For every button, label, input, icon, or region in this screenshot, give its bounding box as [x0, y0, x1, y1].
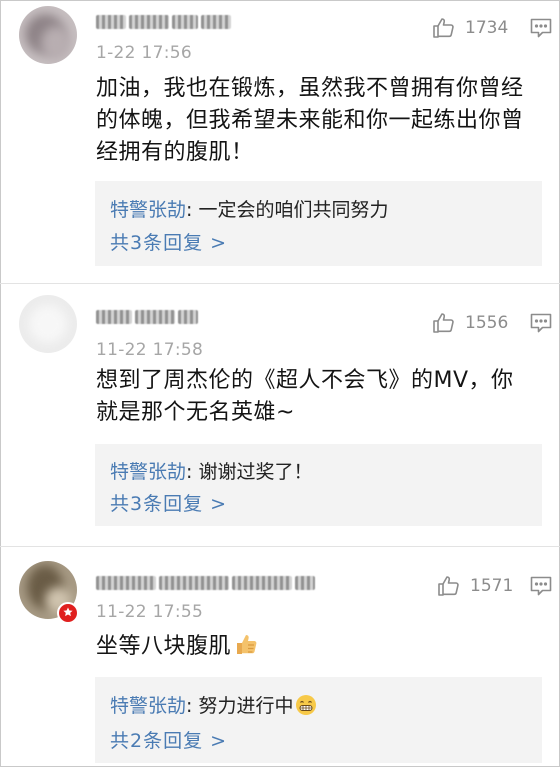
comment-item: 11-22 17:55 1571 坐等八块腹肌 特警张劼: 努力进行中 共2条回…	[0, 547, 560, 767]
comment-item: 11-22 17:58 1556 想到了周杰伦的《超人不会飞》的MV，你就是那个…	[0, 284, 560, 544]
view-replies-link[interactable]: 共3条回复 >	[110, 489, 227, 516]
like-count: 1556	[465, 313, 509, 333]
comment-text: 坐等八块腹肌	[96, 634, 232, 659]
thumbs-up-emoji	[237, 635, 257, 654]
grinning-face-emoji	[296, 695, 317, 715]
reply-author-link[interactable]: 特警张劼	[110, 695, 186, 717]
like-count: 1734	[465, 18, 509, 38]
thumbs-up-icon	[433, 313, 454, 333]
like-button[interactable]: 1734	[432, 16, 508, 40]
comment-timestamp: 1-22 17:56	[96, 43, 192, 63]
comment-text-line: 坐等八块腹肌	[96, 631, 536, 663]
reply-text: : 谢谢过奖了！	[186, 461, 313, 483]
comment-bubble-icon	[530, 18, 552, 38]
reply-text: : 一定会的咱们共同努力	[186, 199, 389, 221]
verified-badge	[57, 602, 79, 624]
reply-line: 特警张劼: 一定会的咱们共同努力	[110, 195, 388, 222]
reply-button[interactable]	[530, 313, 552, 338]
comment-bubble-icon	[530, 576, 552, 596]
reply-preview[interactable]: 特警张劼: 谢谢过奖了！ 共3条回复 >	[95, 444, 542, 526]
reply-author-link[interactable]: 特警张劼	[110, 199, 186, 221]
comment-text: 想到了周杰伦的《超人不会飞》的MV，你就是那个无名英雄~	[96, 368, 514, 425]
view-replies-link[interactable]: 共3条回复 >	[110, 228, 227, 255]
reply-line: 特警张劼: 谢谢过奖了！	[110, 457, 312, 484]
comment-item: 1-22 17:56 1734 加油，我也在锻炼，虽然我不曾拥有你曾经的体魄，但…	[0, 0, 560, 282]
reply-preview[interactable]: 特警张劼: 一定会的咱们共同努力 共3条回复 >	[95, 181, 542, 266]
comment-timestamp: 11-22 17:58	[96, 340, 204, 360]
username-blurred[interactable]	[96, 575, 318, 593]
like-button[interactable]: 1571	[437, 574, 513, 598]
reply-line: 特警张劼: 努力进行中	[110, 691, 317, 718]
view-replies-link[interactable]: 共2条回复 >	[110, 726, 227, 753]
reply-text: : 努力进行中	[186, 695, 294, 717]
red-verified-badge	[63, 607, 73, 617]
like-count: 1571	[470, 576, 514, 596]
thumbs-up-icon	[433, 18, 454, 38]
reply-button[interactable]	[530, 576, 552, 601]
reply-author-link[interactable]: 特警张劼	[110, 461, 186, 483]
avatar[interactable]	[19, 6, 77, 64]
thumbs-up-icon	[438, 576, 459, 596]
comment-bubble-icon	[530, 313, 552, 333]
comment-timestamp: 11-22 17:55	[96, 602, 204, 622]
reply-preview[interactable]: 特警张劼: 努力进行中 共2条回复 >	[95, 677, 542, 763]
avatar[interactable]	[19, 295, 77, 353]
reply-button[interactable]	[530, 18, 552, 43]
like-button[interactable]: 1556	[432, 311, 508, 335]
username-blurred[interactable]	[96, 14, 234, 32]
comment-text: 加油，我也在锻炼，虽然我不曾拥有你曾经的体魄，但我希望未来能和你一起练出你曾经拥…	[96, 76, 524, 165]
username-blurred[interactable]	[96, 309, 201, 327]
